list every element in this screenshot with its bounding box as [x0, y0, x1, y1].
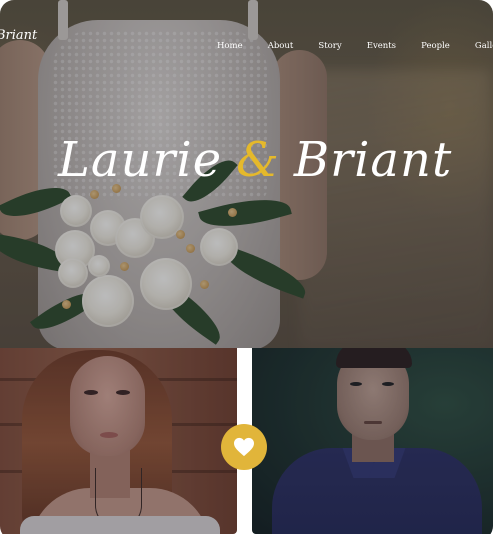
bride-photo — [0, 348, 237, 534]
top-nav: Briant Home About Story Events People Ga… — [0, 0, 493, 70]
wedding-page: Briant Home About Story Events People Ga… — [0, 0, 493, 540]
nav-links: Home About Story Events People Gallery J… — [217, 33, 493, 52]
photo-overlay — [0, 348, 237, 534]
nav-link-events[interactable]: Events — [367, 41, 396, 51]
nav-link-story[interactable]: Story — [318, 41, 341, 51]
photo-overlay — [252, 348, 493, 534]
nav-link-home[interactable]: Home — [217, 41, 243, 51]
groom-name: Briant — [293, 132, 453, 188]
couple-title: Laurie & Briant — [58, 132, 458, 188]
ampersand: & — [236, 132, 280, 188]
couple-section — [0, 348, 493, 540]
brand-logo[interactable]: Briant — [0, 28, 37, 43]
nav-link-about[interactable]: About — [268, 41, 294, 51]
nav-link-gallery[interactable]: Gallery — [475, 41, 493, 51]
groom-photo — [252, 348, 493, 534]
heart-icon — [234, 437, 254, 457]
heart-button[interactable] — [221, 424, 267, 470]
nav-link-people[interactable]: People — [421, 41, 450, 51]
hero-section: Briant Home About Story Events People Ga… — [0, 0, 493, 348]
bride-name: Laurie — [58, 132, 223, 188]
